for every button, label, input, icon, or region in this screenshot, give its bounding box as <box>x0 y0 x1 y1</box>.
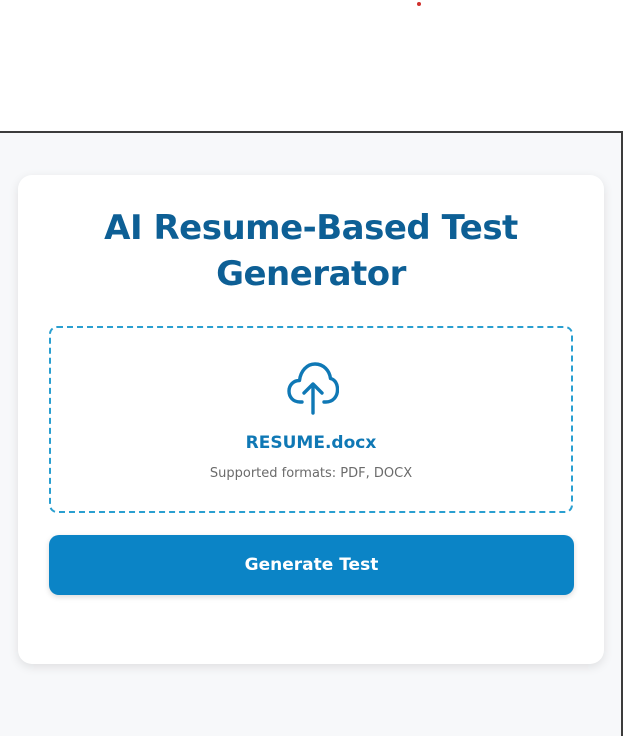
generator-card: AI Resume-Based Test Generator RESUME.do… <box>18 175 604 664</box>
selected-file-name: RESUME.docx <box>245 433 377 453</box>
generate-test-button[interactable]: Generate Test <box>49 535 574 595</box>
page-title: AI Resume-Based Test Generator <box>104 208 518 294</box>
app-window: AI Resume-Based Test Generator RESUME.do… <box>0 131 623 736</box>
supported-formats-text: Supported formats: PDF, DOCX <box>209 466 413 481</box>
resume-upload-dropzone[interactable]: RESUME.docx Supported formats: PDF, DOCX <box>49 326 573 513</box>
cloud-upload-icon <box>287 362 339 415</box>
top-blank-area <box>0 0 625 131</box>
cursor-dot <box>417 2 421 6</box>
